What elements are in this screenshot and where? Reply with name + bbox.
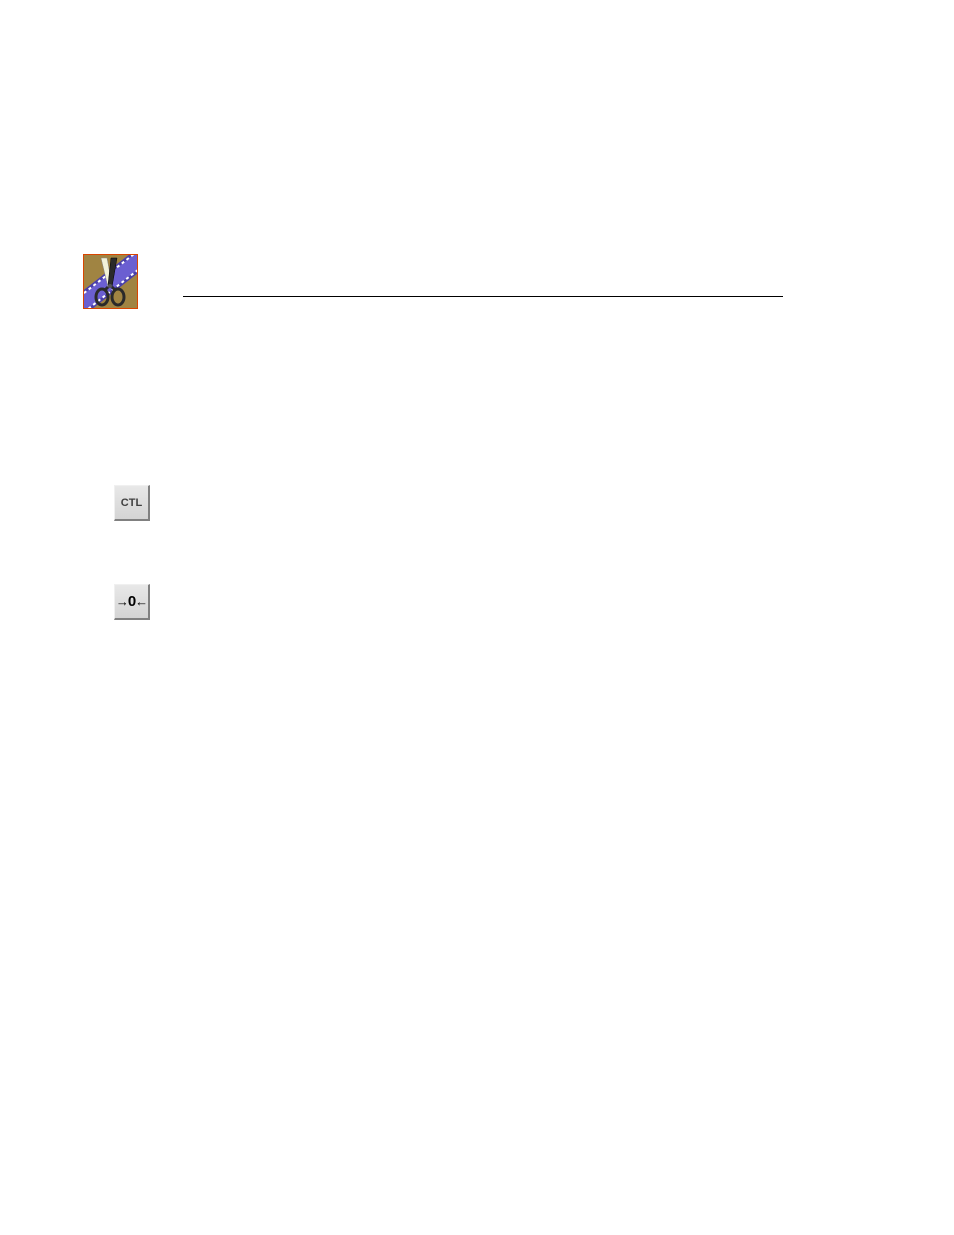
zero-center-button[interactable]: →0←: [114, 584, 150, 620]
section-divider: [183, 296, 783, 297]
app-scissors-icon: [83, 254, 138, 309]
ctl-button[interactable]: CTL: [114, 485, 150, 521]
ctl-button-label: CTL: [121, 497, 142, 509]
zero-button-label: →0←: [116, 593, 147, 610]
